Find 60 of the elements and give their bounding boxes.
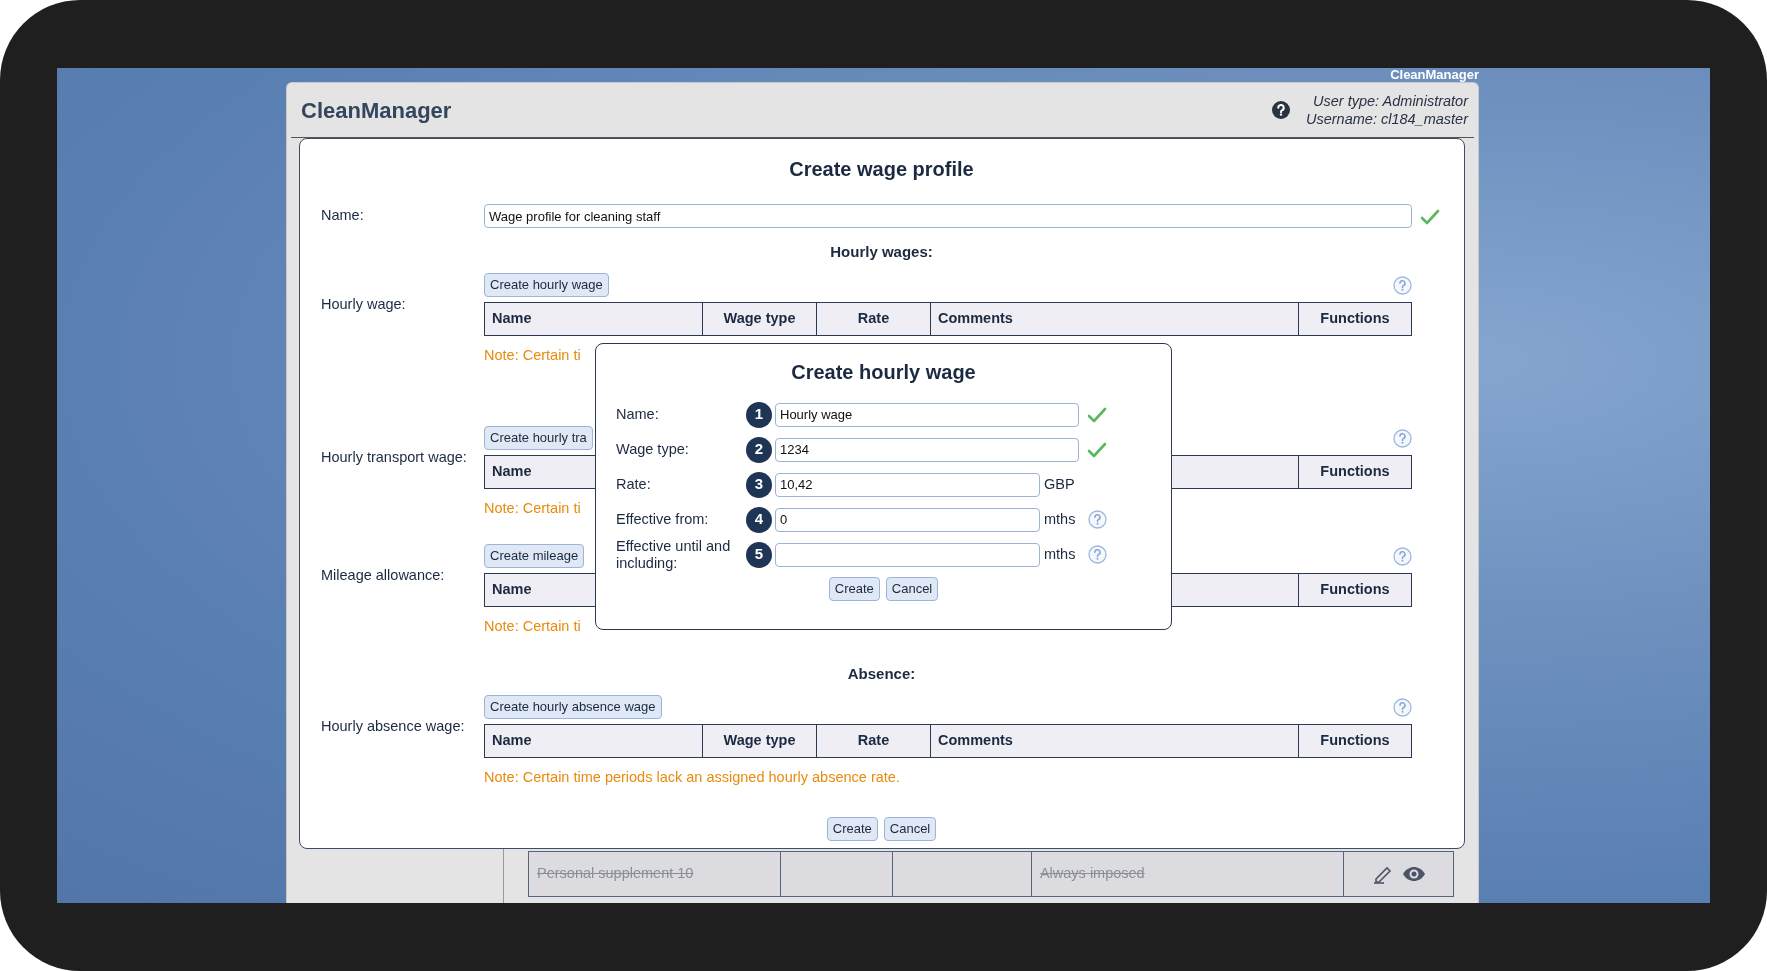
input-field[interactable]: Hourly wage	[775, 402, 1079, 427]
column-header: Wage type	[703, 725, 817, 757]
warning-note: Note: Certain ti	[484, 346, 581, 364]
input-field[interactable]: 0	[775, 507, 1040, 532]
pencil-icon[interactable]	[1371, 864, 1394, 884]
warning-note: Note: Certain ti	[484, 499, 581, 517]
dialog-title: Create hourly wage	[790, 360, 977, 383]
warning-note: Note: Certain ti	[484, 617, 581, 635]
window-label: CleanManager	[1389, 68, 1479, 82]
column-header: Name	[485, 303, 703, 335]
column-header: Rate	[817, 725, 931, 757]
field-label: Hourly absence wage:	[321, 718, 466, 735]
username: Username: cl184_master	[1306, 110, 1468, 128]
field-label: Name:	[616, 406, 660, 423]
step-number: 1	[746, 401, 772, 428]
warning-note: Note: Certain time periods lack an assigned hourly absence rate.	[484, 768, 900, 786]
field-label: Effective from:	[616, 511, 710, 528]
create-button[interactable]: Create mileage	[484, 544, 585, 568]
field-label: Effective until and including:	[616, 537, 732, 572]
table-cell-text: Always imposed	[1039, 864, 1145, 884]
dialog-button[interactable]: Create	[826, 817, 878, 841]
dialog-button[interactable]: Cancel	[883, 817, 937, 841]
step-number: 3	[746, 471, 772, 498]
dialog-button[interactable]: Cancel	[885, 577, 939, 601]
dialog-button[interactable]: Create	[828, 577, 880, 601]
table-cell-text: Personal supplement 10	[537, 864, 694, 884]
column-header: Name	[485, 725, 703, 757]
user-type: User type: Administrator	[1312, 92, 1468, 110]
column-header: Functions	[1319, 731, 1391, 751]
section-heading: Hourly wages:	[829, 243, 934, 261]
unit-label: mths	[1044, 544, 1077, 564]
field-label: Hourly transport wage:	[321, 449, 468, 466]
field-label: Wage type:	[616, 441, 690, 458]
dialog-title: Create wage profile	[788, 157, 975, 182]
column-header: Functions	[1319, 309, 1391, 329]
column-header: Comments	[931, 725, 1299, 757]
column-header: Comments	[931, 303, 1299, 335]
unit-label: mths	[1044, 509, 1077, 529]
column-header: Wage type	[703, 303, 817, 335]
step-number: 2	[746, 436, 772, 463]
name-field[interactable]: Wage profile for cleaning staff	[484, 204, 1412, 228]
step-number: 5	[746, 541, 772, 568]
unit-label: GBP	[1044, 474, 1076, 494]
field-label: Hourly wage:	[321, 296, 407, 313]
app-title: CleanManager	[301, 96, 452, 125]
help-icon[interactable]	[1272, 101, 1290, 119]
field-label: Mileage allowance:	[321, 567, 446, 584]
column-header: Rate	[817, 303, 931, 335]
create-button[interactable]: Create hourly absence wage	[484, 695, 662, 719]
section-heading: Absence:	[846, 665, 917, 683]
eye-icon[interactable]	[1401, 866, 1426, 882]
step-number: 4	[746, 506, 772, 533]
input-field[interactable]	[775, 542, 1040, 567]
column-header: Functions	[1319, 462, 1391, 482]
create-button[interactable]: Create hourly wage	[484, 273, 609, 297]
input-field[interactable]: 1234	[775, 437, 1079, 462]
input-field[interactable]: 10,42	[775, 472, 1040, 497]
field-label: Name:	[321, 206, 365, 226]
create-button[interactable]: Create hourly tra	[484, 426, 593, 450]
column-header: Functions	[1319, 580, 1391, 600]
